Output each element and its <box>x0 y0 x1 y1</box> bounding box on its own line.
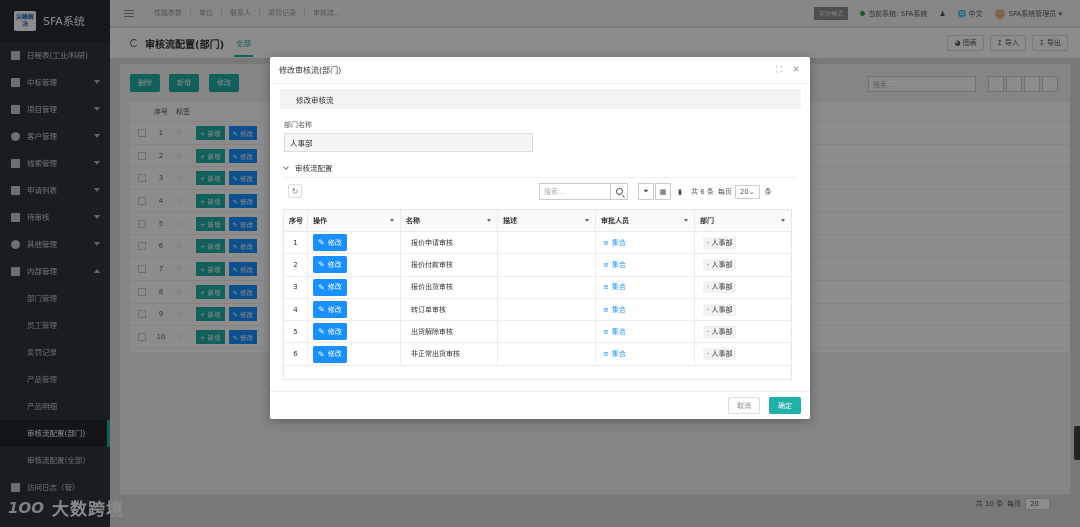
approver-link[interactable]: ≡ 集合 <box>596 343 695 365</box>
per-page-unit: 条 <box>764 187 772 196</box>
caret-down-icon <box>487 219 491 222</box>
list-icon: ≡ <box>603 305 609 314</box>
row-edit-button[interactable]: ✎ 修改 <box>313 323 347 341</box>
list-icon: ≡ <box>603 260 609 269</box>
search-icon <box>615 188 623 195</box>
approver-link[interactable]: ≡ 集合 <box>596 254 695 276</box>
dept-tag: · 人事部 <box>703 303 737 316</box>
dept-tag: · 人事部 <box>703 281 737 294</box>
config-table-row: 3 ✎ 修改 报价出货审核 ≡ 集合 · 人事部 <box>284 276 791 299</box>
cell-desc <box>498 232 596 254</box>
cell-desc <box>498 276 596 298</box>
list-icon: ≡ <box>603 350 609 359</box>
col-no: 序号 <box>284 210 308 231</box>
col-approver[interactable]: 审批人员 <box>596 210 695 231</box>
row-edit-button[interactable]: ✎ 修改 <box>313 256 347 274</box>
pencil-icon: ✎ <box>318 260 325 270</box>
row-edit-button[interactable]: ✎ 修改 <box>313 234 347 252</box>
config-table-row: 4 ✎ 修改 转订单审核 ≡ 集合 · 人事部 <box>284 298 791 322</box>
cell-name: 报价付款审核 <box>401 254 498 276</box>
refresh-icon[interactable]: ↻ <box>288 184 302 198</box>
row-edit-button[interactable]: ✎ 修改 <box>313 301 347 319</box>
cell-no: 6 <box>284 343 308 365</box>
total-count: 共 6 条 <box>691 187 714 196</box>
approver-link[interactable]: ≡ 集合 <box>596 232 695 254</box>
dept-name-field[interactable]: 人事部 <box>284 133 533 152</box>
config-table-row: 5 ✎ 修改 出货解除审核 ≡ 集合 · 人事部 <box>284 321 791 344</box>
cell-desc <box>498 298 596 321</box>
modal-footer: 取消 确定 <box>270 391 810 419</box>
config-toolbar: ⏷ ▦ ▮ 共 6 条 每页 20 ⌄ 条 <box>638 183 772 200</box>
close-icon[interactable]: ✕ <box>792 65 800 75</box>
config-table-row: 1 ✎ 修改 报价申请审核 ≡ 集合 · 人事部 <box>284 232 791 255</box>
cell-name: 报价申请审核 <box>401 232 498 254</box>
cell-no: 1 <box>284 232 308 254</box>
list-icon: ≡ <box>603 283 609 292</box>
cell-no: 2 <box>284 254 308 276</box>
approver-link[interactable]: ≡ 集合 <box>596 276 695 298</box>
cell-name: 报价出货审核 <box>401 276 498 298</box>
caret-down-icon <box>390 219 394 222</box>
confirm-button[interactable]: 确定 <box>769 397 801 414</box>
config-search-input[interactable]: 搜索... <box>539 183 611 200</box>
cell-no: 4 <box>284 298 308 321</box>
config-table: 序号 操作 名称 描述 审批人员 部门 1 ✎ 修改 报价申请审核 ≡ 集合 · 人事部 2 ✎… <box>283 209 792 380</box>
config-table-header: 序号 操作 名称 描述 审批人员 部门 <box>284 210 791 232</box>
cell-desc <box>498 321 596 343</box>
col-action[interactable]: 操作 <box>308 210 401 231</box>
config-section-title[interactable]: 审核流配置 <box>283 163 333 174</box>
config-table-row: 2 ✎ 修改 报价付款审核 ≡ 集合 · 人事部 <box>284 254 791 277</box>
table-icon[interactable]: ▦ <box>655 183 671 200</box>
dept-name-label: 部门名称 <box>284 121 312 129</box>
dept-tag: · 人事部 <box>703 236 737 249</box>
cell-name: 转订单审核 <box>401 298 498 321</box>
per-page-label: 每页 <box>717 187 732 196</box>
col-name[interactable]: 名称 <box>401 210 498 231</box>
list-icon: ≡ <box>603 238 609 247</box>
cell-name: 出货解除审核 <box>401 321 498 343</box>
pencil-icon: ✎ <box>318 282 325 292</box>
section-header: 修改审核流 <box>280 89 801 109</box>
modal-header: 修改审核流(部门) <box>270 57 810 84</box>
pencil-icon: ✎ <box>318 238 325 248</box>
config-table-row: 6 ✎ 修改 非正常出货审核 ≡ 集合 · 人事部 <box>284 343 791 366</box>
search-button[interactable] <box>611 183 628 200</box>
filter-icon[interactable]: ⏷ <box>638 183 654 200</box>
pencil-icon: ✎ <box>318 305 325 315</box>
chevron-down-icon <box>283 164 289 170</box>
cell-desc <box>498 343 596 365</box>
row-edit-button[interactable]: ✎ 修改 <box>313 345 347 363</box>
dept-tag: · 人事部 <box>703 325 737 338</box>
approver-link[interactable]: ≡ 集合 <box>596 298 695 321</box>
pencil-icon: ✎ <box>318 349 325 359</box>
dept-tag: · 人事部 <box>703 258 737 271</box>
cancel-button[interactable]: 取消 <box>728 397 760 414</box>
caret-down-icon <box>585 219 589 222</box>
cell-no: 3 <box>284 276 308 298</box>
cell-no: 5 <box>284 321 308 343</box>
approver-link[interactable]: ≡ 集合 <box>596 321 695 343</box>
chart-icon[interactable]: ▮ <box>672 183 688 200</box>
row-edit-button[interactable]: ✎ 修改 <box>313 278 347 296</box>
col-desc[interactable]: 描述 <box>498 210 596 231</box>
dept-tag: · 人事部 <box>703 348 737 361</box>
per-page-select[interactable]: 20 <box>734 184 760 199</box>
modal-title: 修改审核流(部门) <box>279 65 342 75</box>
caret-down-icon <box>781 219 785 222</box>
list-icon: ≡ <box>603 327 609 336</box>
cell-name: 非正常出货审核 <box>401 343 498 365</box>
chevron-down-icon[interactable]: ⌄ <box>749 188 755 196</box>
cell-desc <box>498 254 596 276</box>
maximize-icon[interactable]: ⛶ <box>776 65 782 75</box>
col-dept[interactable]: 部门 <box>695 210 791 231</box>
pencil-icon: ✎ <box>318 327 325 337</box>
edit-audit-flow-modal: 修改审核流(部门) ⛶ ✕ 修改审核流 部门名称 人事部 审核流配置 ↻ 搜索.… <box>270 57 810 419</box>
caret-down-icon <box>684 219 688 222</box>
